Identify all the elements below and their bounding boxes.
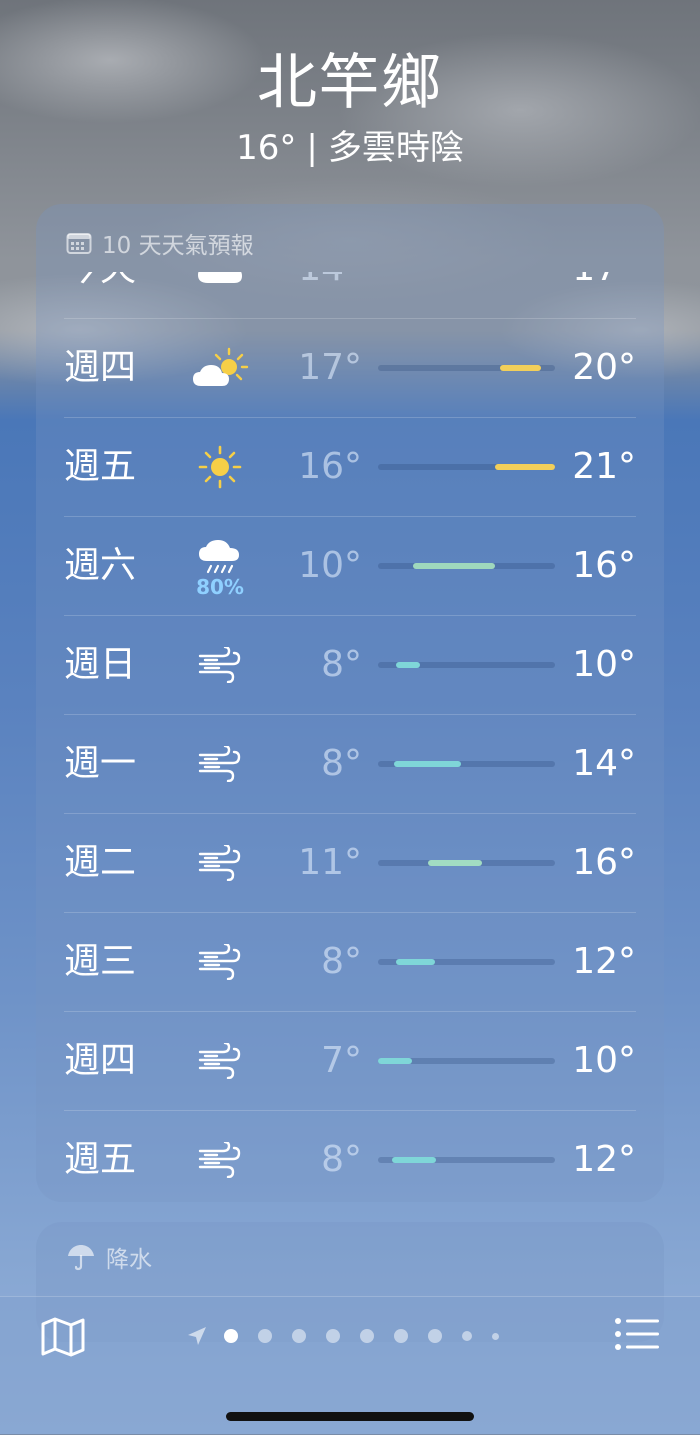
current-conditions: 16° | 多雲時陰 (0, 124, 700, 172)
calendar-icon (66, 233, 92, 254)
wind-icon (192, 638, 248, 692)
forecast-row[interactable]: 週六 80% 10° 16° (64, 516, 636, 615)
low-temp: 16° (298, 446, 362, 487)
page-dot[interactable] (492, 1332, 499, 1340)
page-dot[interactable] (428, 1329, 442, 1343)
wind-icon (192, 1034, 248, 1088)
low-temp: 11° (298, 842, 362, 883)
wind-icon (192, 935, 248, 989)
forecast-day: 週日 (64, 644, 137, 685)
list-icon[interactable] (614, 1317, 660, 1351)
forecast-day: 週三 (64, 941, 137, 982)
forecast-row[interactable]: 週二 11° 16° (64, 813, 636, 912)
umbrella-icon (68, 1245, 94, 1271)
high-temp: 16° (572, 842, 636, 883)
wind-icon (192, 1133, 248, 1187)
page-dot[interactable] (224, 1329, 238, 1343)
page-dot[interactable] (326, 1329, 340, 1343)
forecast-row[interactable]: 週五 8° 12° (64, 1110, 636, 1202)
forecast-row[interactable]: 週日 8° 10° (64, 615, 636, 714)
wind-icon (192, 836, 248, 890)
temp-range-fill (395, 662, 421, 668)
forecast-row[interactable]: 週四 7° 10° (64, 1011, 636, 1110)
temp-range-bar (378, 761, 555, 767)
forecast-row[interactable]: 今天 14° 17° (64, 272, 636, 318)
current-temp: 16° (236, 128, 297, 168)
page-dot[interactable] (258, 1329, 272, 1343)
temp-range-fill (392, 1157, 437, 1163)
high-temp: 14° (572, 743, 636, 784)
temp-range-bar (378, 860, 555, 866)
low-temp: 10° (298, 545, 362, 586)
home-indicator (226, 1412, 474, 1421)
temp-range-fill (413, 563, 495, 569)
temp-range-bar (378, 662, 555, 668)
forecast-day: 週五 (64, 446, 137, 487)
forecast-day: 週六 (64, 545, 137, 586)
forecast-row[interactable]: 週三 8° 12° (64, 912, 636, 1011)
high-temp: 10° (572, 1040, 636, 1081)
location-arrow-icon[interactable] (186, 1325, 208, 1347)
precip-title-text: 降水 (106, 1247, 152, 1273)
forecast-day: 週四 (64, 347, 137, 388)
wind-icon (192, 737, 248, 791)
forecast-day: 今天 (64, 272, 136, 291)
temp-range-fill (393, 761, 462, 767)
temp-range-bar (378, 1157, 555, 1163)
temp-range-fill (500, 365, 541, 371)
low-temp: 8° (321, 743, 362, 784)
temp-range-bar (378, 959, 555, 965)
partly-cloudy-icon (192, 341, 249, 395)
low-temp: 8° (321, 941, 362, 982)
high-temp: 10° (572, 644, 636, 685)
low-temp: 7° (321, 1040, 362, 1081)
high-temp: 17° (572, 272, 636, 291)
low-temp: 14° (298, 272, 362, 291)
cloud-icon (192, 272, 248, 296)
forecast-day: 週五 (64, 1139, 137, 1180)
forecast-row[interactable]: 週一 8° 14° (64, 714, 636, 813)
temp-range-fill (494, 464, 555, 470)
sun-icon (192, 440, 248, 494)
rain-icon: 80% (192, 529, 248, 607)
temp-range-bar (378, 464, 555, 470)
precip-chance: 80% (196, 575, 244, 599)
page-dot[interactable] (292, 1329, 306, 1343)
high-temp: 12° (572, 1139, 636, 1180)
page-dot[interactable] (394, 1329, 408, 1343)
forecast-row[interactable]: 週五 16° 21° (64, 417, 636, 516)
low-temp: 8° (321, 1139, 362, 1180)
page-dot[interactable] (360, 1329, 374, 1343)
temp-range-fill (427, 860, 483, 866)
high-temp: 16° (572, 545, 636, 586)
location-name: 北竿鄉 (257, 48, 443, 118)
page-indicator[interactable] (186, 1325, 519, 1347)
forecast-day: 週四 (64, 1040, 137, 1081)
weather-header: 北竿鄉 16° | 多雲時陰 (0, 44, 700, 172)
high-temp: 21° (572, 446, 636, 487)
map-icon[interactable] (40, 1317, 86, 1357)
forecast-day: 週二 (64, 842, 137, 883)
temp-range-fill (378, 1058, 412, 1064)
high-temp: 20° (572, 347, 636, 388)
ten-day-forecast-card[interactable]: 10 天天氣預報 今天 14° 17° 週四 17° 20° 週五 16° 21° 週六 80% 10… (36, 204, 664, 1202)
temp-range-bar (378, 1058, 555, 1064)
forecast-day: 週一 (64, 743, 137, 784)
temp-range-bar (378, 365, 555, 371)
low-temp: 8° (321, 644, 362, 685)
temp-range-bar (378, 563, 555, 569)
high-temp: 12° (572, 941, 636, 982)
forecast-rows: 今天 14° 17° 週四 17° 20° 週五 16° 21° 週六 80% 10° 16° 週日 8° 1… (64, 272, 636, 1202)
low-temp: 17° (298, 347, 362, 388)
temp-range-fill (395, 959, 435, 965)
separator: | (306, 128, 318, 168)
page-dot[interactable] (462, 1331, 472, 1341)
precip-card-title: 降水 (66, 1240, 152, 1274)
forecast-title-text: 10 天天氣預報 (102, 233, 254, 259)
forecast-card-title: 10 天天氣預報 (66, 226, 254, 260)
condition-text: 多雲時陰 (327, 128, 464, 168)
forecast-row[interactable]: 週四 17° 20° (64, 318, 636, 417)
